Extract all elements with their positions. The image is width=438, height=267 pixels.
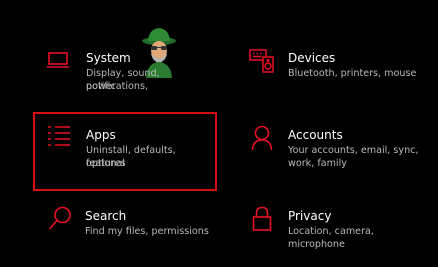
tile-devices[interactable]: Devices Bluetooth, printers, mouse [249,48,424,88]
search-icon [48,206,72,236]
tile-title: System [86,51,131,65]
tile-description: power [86,81,116,92]
keyboard-speaker-icon [249,48,275,77]
tile-title: Privacy [288,209,332,223]
tile-title: Apps [86,128,116,142]
tile-apps[interactable]: Apps Uninstall, defaults, optional featu… [47,125,212,171]
tile-system[interactable]: System Display, sound, notifications, po… [46,48,216,94]
tile-description: Location, camera, microphone [288,226,374,250]
tile-description: Your accounts, email, sync, [288,145,419,156]
apps-list-icon [47,125,72,153]
tile-accounts[interactable]: Accounts Your accounts, email, sync, wor… [251,125,423,171]
tile-title: Accounts [288,128,343,142]
person-icon [251,125,273,155]
tile-search[interactable]: Search Find my files, permissions [48,206,213,240]
tile-description: Find my files, permissions [85,226,209,237]
tile-description: work, family [288,158,347,169]
lock-icon [252,206,272,236]
tile-description: features [86,158,126,169]
tile-title: Search [85,209,127,223]
tile-title: Devices [288,51,336,65]
tile-description: Bluetooth, printers, mouse [288,68,417,79]
laptop-icon [46,51,70,73]
tile-privacy[interactable]: Privacy Location, camera, microphone [252,206,427,250]
